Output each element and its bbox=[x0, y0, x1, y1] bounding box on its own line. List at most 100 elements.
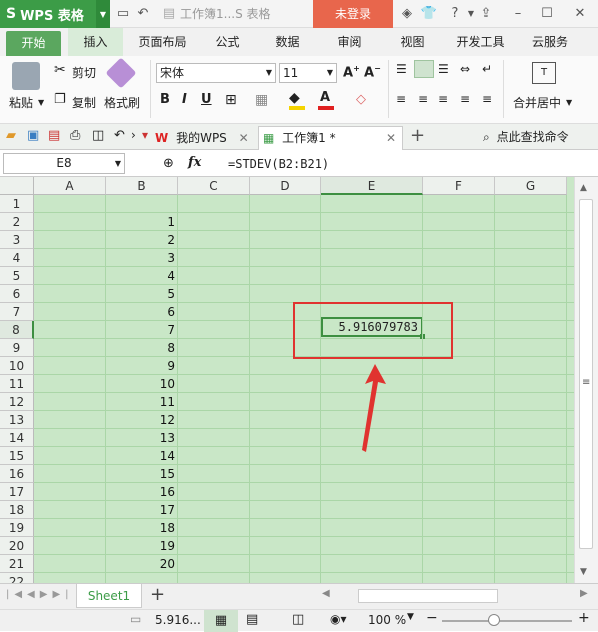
orientation-icon[interactable]: ⇔ bbox=[460, 62, 470, 76]
align-center-icon[interactable]: ≡ bbox=[418, 92, 428, 106]
row-header[interactable]: 6 bbox=[0, 285, 34, 303]
name-box[interactable]: E8 ▼ bbox=[3, 153, 125, 174]
select-all-corner[interactable] bbox=[0, 177, 34, 195]
row-header[interactable]: 4 bbox=[0, 249, 34, 267]
tab-data[interactable]: 数据 bbox=[265, 28, 310, 56]
align-left-icon[interactable]: ≡ bbox=[396, 92, 406, 106]
row-header[interactable]: 20 bbox=[0, 537, 34, 555]
zoom-slider-track[interactable] bbox=[442, 620, 572, 622]
column-header[interactable]: E bbox=[321, 177, 423, 195]
align-right-icon[interactable]: ≡ bbox=[438, 92, 448, 106]
scroll-down-icon[interactable]: ▼ bbox=[580, 567, 587, 577]
underline-icon[interactable]: U bbox=[201, 92, 212, 107]
settings-badge-icon[interactable]: ◈ bbox=[398, 0, 416, 28]
paste-icon[interactable] bbox=[12, 62, 40, 90]
sheet-nav-arrows-icon[interactable]: |◀◀▶▶| bbox=[6, 589, 74, 600]
row-header[interactable]: 9 bbox=[0, 339, 34, 357]
reading-mode-icon[interactable]: ◉▾ bbox=[330, 612, 347, 626]
hscroll-left-icon[interactable]: ◀ bbox=[322, 588, 330, 599]
save-icon[interactable]: ▣ bbox=[27, 128, 39, 143]
row-header[interactable]: 16 bbox=[0, 465, 34, 483]
tab-formulas[interactable]: 公式 bbox=[205, 28, 250, 56]
undo-quick-icon[interactable]: ↶ bbox=[134, 0, 152, 28]
tab-view[interactable]: 视图 bbox=[390, 28, 435, 56]
hscroll-thumb[interactable] bbox=[358, 589, 498, 603]
print-icon[interactable]: ⎙ bbox=[70, 128, 80, 143]
bold-icon[interactable]: B bbox=[160, 92, 170, 107]
font-name-select[interactable]: 宋体 ▼ bbox=[156, 63, 276, 83]
scissors-icon[interactable]: ✂ bbox=[54, 62, 66, 78]
minimize-icon[interactable]: – bbox=[508, 0, 528, 28]
row-header[interactable]: 3 bbox=[0, 231, 34, 249]
paste-dropdown-icon[interactable]: ▼ bbox=[38, 98, 44, 107]
maximize-icon[interactable]: ☐ bbox=[537, 0, 557, 28]
row-header[interactable]: 1 bbox=[0, 195, 34, 213]
cut-button[interactable]: 剪切 bbox=[72, 64, 96, 81]
row-header[interactable]: 12 bbox=[0, 393, 34, 411]
cell-b[interactable]: 6 bbox=[106, 303, 178, 321]
close-tab-icon[interactable]: ✕ bbox=[386, 127, 396, 149]
cell-b[interactable]: 1 bbox=[106, 213, 178, 231]
pin-icon[interactable]: ⇪ bbox=[476, 0, 496, 28]
tab-home[interactable]: 开始 bbox=[6, 31, 61, 56]
tab-developer[interactable]: 开发工具 bbox=[448, 28, 513, 56]
cell-b[interactable]: 7 bbox=[106, 321, 178, 339]
distribute-icon[interactable]: ≡ bbox=[482, 92, 492, 106]
wrap-text-icon[interactable]: ↵ bbox=[482, 62, 492, 76]
tab-review[interactable]: 审阅 bbox=[327, 28, 372, 56]
row-header[interactable]: 15 bbox=[0, 447, 34, 465]
cell-b[interactable]: 18 bbox=[106, 519, 178, 537]
copy-button[interactable]: 复制 bbox=[72, 94, 96, 111]
formula-input[interactable]: =STDEV(B2:B21) bbox=[228, 151, 329, 177]
new-tab-icon[interactable]: + bbox=[410, 125, 425, 146]
add-sheet-icon[interactable]: + bbox=[150, 584, 165, 605]
cell-b[interactable]: 10 bbox=[106, 375, 178, 393]
cell-b[interactable]: 13 bbox=[106, 429, 178, 447]
cell-b[interactable]: 3 bbox=[106, 249, 178, 267]
clear-format-icon[interactable]: ◇ bbox=[356, 92, 366, 107]
cell-b[interactable]: 12 bbox=[106, 411, 178, 429]
app-menu-dropdown-icon[interactable]: ▼ bbox=[96, 0, 110, 28]
normal-view-icon[interactable]: ▦ bbox=[204, 610, 238, 632]
tab-workbook1[interactable]: ▦ 工作簿1 * ✕ bbox=[258, 126, 403, 150]
close-tab-icon[interactable]: ✕ bbox=[239, 131, 249, 145]
zoom-slider-knob[interactable] bbox=[488, 614, 500, 626]
row-header[interactable]: 22 bbox=[0, 573, 34, 583]
column-header[interactable]: A bbox=[34, 177, 106, 195]
italic-icon[interactable]: I bbox=[182, 92, 187, 107]
cell-b[interactable]: 5 bbox=[106, 285, 178, 303]
close-icon[interactable]: ✕ bbox=[568, 0, 592, 28]
app-menu-button[interactable]: S WPS 表格 bbox=[0, 0, 96, 28]
font-shrink-icon[interactable]: A− bbox=[364, 64, 381, 80]
zoom-in-icon[interactable]: + bbox=[578, 610, 590, 626]
zoom-out-icon[interactable]: − bbox=[426, 610, 438, 626]
column-header[interactable]: G bbox=[495, 177, 567, 195]
column-header[interactable]: B bbox=[106, 177, 178, 195]
help-icon[interactable]: ? bbox=[443, 0, 467, 28]
merge-center-button[interactable]: 合并居中 bbox=[513, 94, 561, 111]
cell-b[interactable]: 19 bbox=[106, 537, 178, 555]
row-header[interactable]: 8 bbox=[0, 321, 34, 339]
scroll-up-icon[interactable]: ▲ bbox=[580, 183, 587, 193]
font-color-icon[interactable]: A bbox=[320, 90, 330, 105]
export-pdf-icon[interactable]: ▤ bbox=[48, 128, 60, 143]
fx-button[interactable]: fx bbox=[188, 155, 201, 170]
align-top-icon[interactable]: ☰ bbox=[396, 62, 407, 76]
cell-b[interactable] bbox=[106, 195, 178, 213]
save-quick-icon[interactable]: ▭ bbox=[114, 0, 132, 28]
align-middle-icon[interactable] bbox=[414, 60, 434, 78]
page-layout-view-icon[interactable]: ▤ bbox=[246, 612, 258, 627]
tab-cloud[interactable]: 云服务 bbox=[520, 28, 580, 56]
format-painter-button[interactable]: 格式刷 bbox=[104, 94, 140, 111]
print-preview-icon[interactable]: ◫ bbox=[92, 128, 104, 143]
row-header[interactable]: 10 bbox=[0, 357, 34, 375]
zoom-search-icon[interactable]: ⊕ bbox=[163, 156, 174, 171]
cell-b[interactable]: 2 bbox=[106, 231, 178, 249]
row-header[interactable]: 18 bbox=[0, 501, 34, 519]
cell-b[interactable]: 15 bbox=[106, 465, 178, 483]
column-header[interactable]: D bbox=[250, 177, 321, 195]
spreadsheet-grid[interactable]: ABCDEFG 1 2 1 3 2 4 3 5 4 6 5 7 6 8 7 9 8 10 9 11 10 12 11 13 12… bbox=[0, 177, 574, 583]
undo-icon[interactable]: ↶ bbox=[114, 128, 125, 143]
login-button[interactable]: 未登录 bbox=[313, 0, 393, 28]
row-header[interactable]: 17 bbox=[0, 483, 34, 501]
